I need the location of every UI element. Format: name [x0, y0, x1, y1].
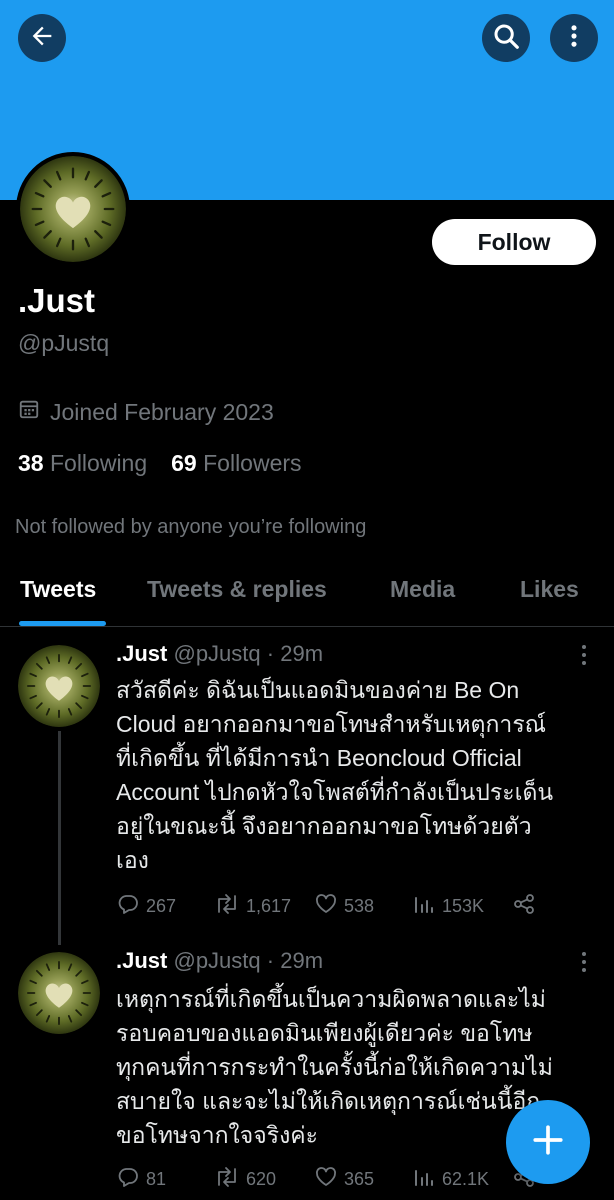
reply-count: 81 — [146, 1169, 167, 1189]
tweet-line: รอบคอบของแอดมินเพียงผู้เดียวค่ะ ขอโทษ — [116, 1020, 533, 1046]
tweet-more-button[interactable] — [577, 643, 591, 667]
calendar-icon — [18, 398, 40, 426]
reply-button[interactable]: 81 — [116, 1165, 166, 1194]
search-icon — [491, 21, 521, 56]
not-followed-note: Not followed by anyone you’re following — [15, 516, 367, 538]
tweet-author-name[interactable]: .Just — [116, 948, 167, 973]
retweet-count: 620 — [246, 1169, 277, 1189]
profile-tabs: Tweets Tweets & replies Media Likes — [0, 570, 614, 627]
heart-icon — [314, 1165, 338, 1194]
tab-tweets[interactable]: Tweets — [20, 576, 96, 603]
tab-media[interactable]: Media — [390, 576, 455, 603]
tweet-author-name[interactable]: .Just — [116, 641, 167, 666]
follow-stats: 38 Following 69 Followers — [18, 450, 302, 477]
reply-button[interactable]: 267 — [116, 892, 176, 921]
tweet-time: 29m — [280, 948, 324, 973]
tweet-line: Cloud อยากออกมาขอโทษสำหรับเหตุการณ์ — [116, 711, 547, 737]
more-vertical-icon — [560, 22, 588, 55]
more-options-button[interactable] — [550, 14, 598, 62]
arrow-left-icon — [28, 22, 56, 55]
views-button[interactable]: 62.1K — [412, 1165, 489, 1194]
tweet-more-button[interactable] — [577, 950, 591, 974]
views-button[interactable]: 153K — [412, 892, 484, 921]
joined-date: Joined February 2023 — [18, 398, 274, 426]
tweet-header: .Just @pJustq · 29m — [116, 641, 323, 667]
tweet-author-handle: @pJustq — [173, 948, 261, 973]
compose-tweet-button[interactable] — [506, 1100, 590, 1184]
tab-likes[interactable]: Likes — [520, 576, 579, 603]
profile-handle: @pJustq — [18, 330, 110, 356]
tweet-line: เอง — [116, 847, 149, 873]
views-chart-icon — [412, 1165, 436, 1194]
tweet-header: .Just @pJustq · 29m — [116, 948, 323, 974]
following-count: 38 — [18, 450, 44, 476]
following-label: Following — [49, 450, 148, 476]
active-tab-indicator — [19, 621, 106, 626]
followers-link[interactable]: 69 Followers — [171, 450, 301, 476]
reply-icon — [116, 1165, 140, 1194]
retweet-count: 1,617 — [246, 896, 292, 916]
tweet-separator: · — [266, 948, 275, 973]
tweet-text: สวัสดีค่ะ ดิฉันเป็นแอดมินของค่าย Be On C… — [116, 673, 604, 877]
profile-name: .Just — [18, 282, 96, 319]
tab-tweets-replies[interactable]: Tweets & replies — [147, 576, 327, 603]
tweet-avatar[interactable] — [18, 645, 100, 727]
heart-icon — [314, 892, 338, 921]
back-button[interactable] — [18, 14, 66, 62]
tweet-author-handle: @pJustq — [173, 641, 261, 666]
more-vertical-icon — [577, 645, 591, 671]
joined-text: Joined February 2023 — [50, 398, 274, 425]
tweet-separator: · — [266, 641, 275, 666]
followers-count: 69 — [171, 450, 197, 476]
retweet-icon — [214, 892, 240, 921]
like-button[interactable]: 538 — [314, 892, 374, 921]
share-button[interactable] — [512, 892, 536, 921]
thread-connector — [58, 731, 61, 945]
tweet-line: ทุกคนที่การกระทำในครั้งนี้ก่อให้เกิดความ… — [116, 1054, 553, 1080]
search-button[interactable] — [482, 14, 530, 62]
tweet-line: ที่เกิดขึ้น ที่ได้มีการนำ Beoncloud Offi… — [116, 745, 522, 771]
plus-icon — [531, 1123, 565, 1162]
share-icon — [512, 892, 536, 921]
like-count: 538 — [344, 896, 375, 916]
tweet-avatar[interactable] — [18, 952, 100, 1034]
views-count: 62.1K — [442, 1169, 490, 1189]
reply-icon — [116, 892, 140, 921]
following-link[interactable]: 38 Following — [18, 450, 147, 476]
profile-avatar[interactable] — [16, 152, 130, 266]
tweet-line: อยู่ในขณะนี้ จึงอยากออกมาขอโทษด้วยตัว — [116, 813, 532, 839]
tweet-line: เหตุการณ์ที่เกิดขึ้นเป็นความผิดพลาดและไม… — [116, 986, 546, 1012]
tweet-time: 29m — [280, 641, 324, 666]
retweet-button[interactable]: 1,617 — [214, 892, 291, 921]
views-count: 153K — [442, 896, 485, 916]
reply-count: 267 — [146, 896, 177, 916]
like-count: 365 — [344, 1169, 375, 1189]
followers-label: Followers — [203, 450, 302, 476]
tweet-line: Account ไปกดหัวใจโพสต์ที่กำลังเป็นประเด็… — [116, 779, 554, 805]
views-chart-icon — [412, 892, 436, 921]
more-vertical-icon — [577, 952, 591, 978]
retweet-icon — [214, 1165, 240, 1194]
tweet-line: สวัสดีค่ะ ดิฉันเป็นแอดมินของค่าย Be On — [116, 677, 520, 703]
retweet-button[interactable]: 620 — [214, 1165, 276, 1194]
follow-button[interactable]: Follow — [432, 219, 596, 265]
like-button[interactable]: 365 — [314, 1165, 374, 1194]
